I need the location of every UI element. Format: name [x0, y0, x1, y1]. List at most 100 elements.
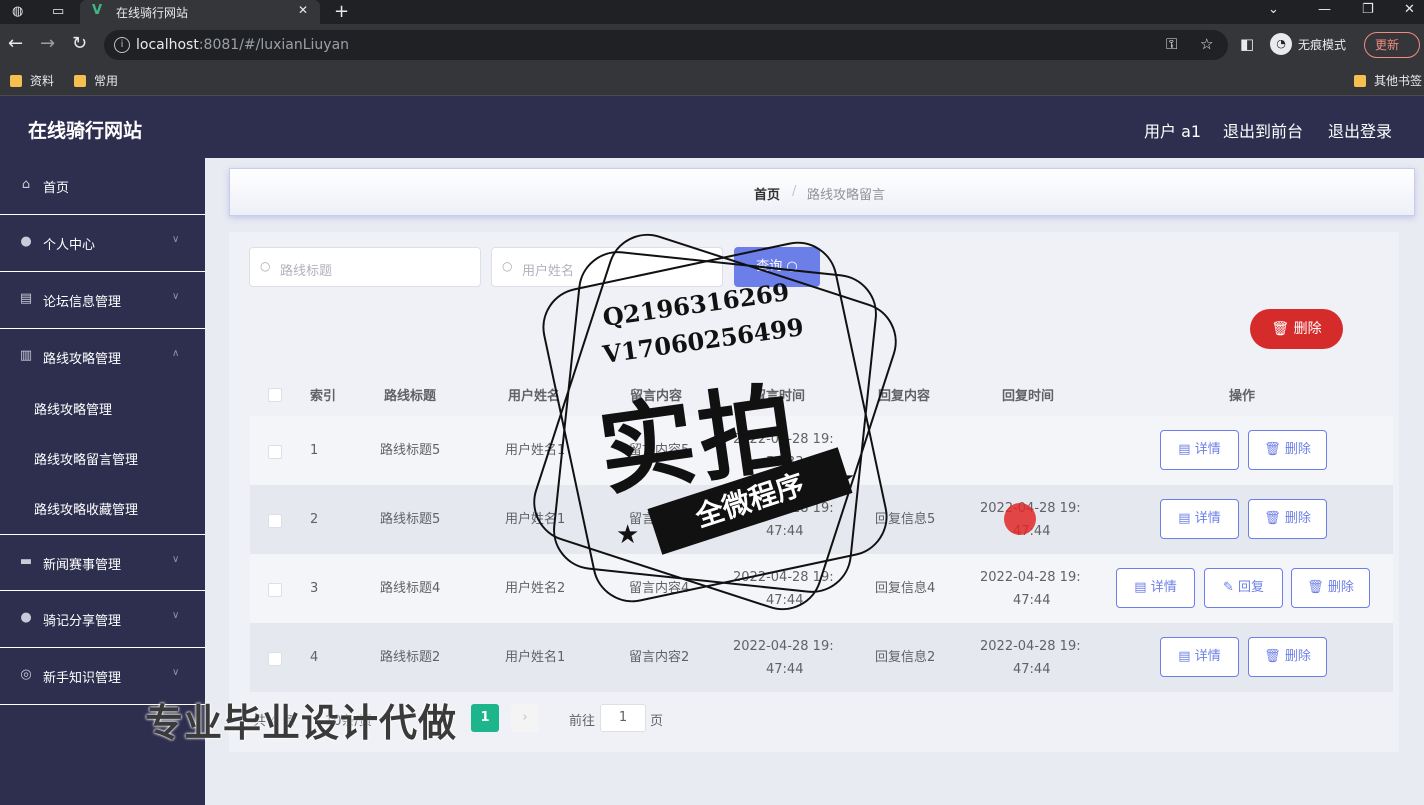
pager-current-page[interactable]: 1	[471, 704, 499, 732]
user-name: 用户 a1	[1144, 122, 1202, 141]
sidebar-subitem-route-message[interactable]: 路线攻略留言管理	[0, 433, 205, 483]
url-text: localhost:8081/#/luxianLiuyan	[136, 37, 350, 53]
chevron-down-icon: ∨	[172, 291, 180, 302]
user-icon: ●	[20, 234, 32, 249]
home-icon: ⌂	[21, 177, 31, 192]
pager-goto-label: 前往	[569, 714, 596, 729]
incognito-indicator[interactable]: ◔ 无痕模式	[1270, 33, 1346, 55]
cell-reply-time-clock: 47:44	[1013, 662, 1051, 677]
sidebar-subitem-route-favorite[interactable]: 路线攻略收藏管理	[0, 483, 205, 533]
chevron-up-icon: ∧	[172, 348, 180, 359]
detail-button[interactable]: ▤ 详情	[1160, 637, 1239, 677]
delete-button[interactable]: 🗑 删除	[1248, 430, 1327, 470]
sidebar-item-news[interactable]: ▬ 新闻赛事管理 ∨	[0, 534, 205, 591]
search-icon: ○	[502, 259, 513, 273]
tab-overview-icon[interactable]: ▭	[52, 4, 64, 19]
logout-link[interactable]: 退出登录	[1328, 118, 1392, 142]
bookmark-item[interactable]: 资料	[10, 72, 54, 89]
folder-icon	[1354, 74, 1366, 87]
close-window-icon[interactable]: ✕	[1404, 2, 1415, 17]
compass-icon: ◎	[20, 667, 32, 682]
star-icon[interactable]: ☆	[1200, 35, 1213, 53]
folder-icon	[74, 74, 86, 87]
sidebar-item-home[interactable]: ⌂ 首页	[0, 158, 205, 215]
delete-button[interactable]: 🗑 删除	[1248, 499, 1327, 539]
tab-title: 在线骑行网站	[116, 6, 189, 20]
cell-index: 1	[310, 443, 319, 458]
delete-button[interactable]: 🗑 删除	[1291, 568, 1370, 608]
col-header-reply-time: 回复时间	[1002, 389, 1055, 404]
bulb-icon: ●	[20, 610, 32, 625]
col-header-index: 索引	[310, 389, 337, 404]
delete-button[interactable]: 🗑 删除	[1248, 637, 1327, 677]
batch-delete-button[interactable]: 🗑 删除	[1250, 309, 1343, 349]
reload-icon[interactable]: ↻	[72, 34, 87, 54]
pager-goto-input[interactable]: 1	[600, 704, 646, 732]
cell-message: 留言内容2	[629, 650, 690, 665]
exit-to-front-link[interactable]: 退出到前台	[1223, 118, 1303, 142]
key-icon[interactable]: ⚿	[1166, 35, 1177, 53]
info-icon[interactable]: i	[114, 37, 130, 53]
select-all-checkbox[interactable]	[268, 388, 282, 402]
minimize-icon[interactable]: —	[1318, 2, 1331, 17]
new-tab-button[interactable]: +	[334, 1, 349, 22]
breadcrumb-home[interactable]: 首页	[754, 184, 780, 203]
cell-reply-time-date: 2022-04-28 19:	[980, 570, 1081, 585]
bookmark-item[interactable]: 常用	[74, 72, 118, 89]
other-bookmarks[interactable]: 其他书签	[1354, 72, 1422, 89]
chat-icon: ▬	[19, 554, 33, 569]
cell-title: 路线标题5	[380, 443, 441, 458]
vue-logo-icon: V	[92, 3, 103, 18]
incognito-icon: ◔	[1270, 33, 1292, 55]
star-icon: ★	[832, 464, 856, 494]
sidebar-subitem-route-manage[interactable]: 路线攻略管理	[0, 383, 205, 433]
cell-title: 路线标题5	[380, 512, 441, 527]
cell-index: 4	[310, 650, 319, 665]
breadcrumb-separator: /	[792, 184, 797, 199]
cell-reply: 回复信息2	[875, 650, 936, 665]
globe-icon[interactable]: ◍	[12, 4, 23, 19]
sidebar-item-route[interactable]: ▥ 路线攻略管理 ∧	[0, 329, 205, 386]
sidebar-item-forum[interactable]: ▤ 论坛信息管理 ∨	[0, 272, 205, 329]
folder-icon	[10, 74, 22, 87]
sidebar-item-ride-share[interactable]: ● 骑记分享管理 ∨	[0, 591, 205, 648]
row-checkbox[interactable]	[268, 514, 282, 528]
browser-tab[interactable]: V 在线骑行网站 ✕	[80, 0, 320, 24]
reply-button[interactable]: ✎ 回复	[1204, 568, 1283, 608]
row-checkbox[interactable]	[268, 445, 282, 459]
update-button[interactable]: 更新	[1364, 32, 1420, 58]
back-icon[interactable]: ←	[8, 34, 23, 54]
url-field[interactable]: i localhost:8081/#/luxianLiuyan ⚿ ☆	[104, 30, 1228, 60]
col-header-actions: 操作	[1229, 389, 1256, 404]
detail-button[interactable]: ▤ 详情	[1160, 499, 1239, 539]
chevron-down-icon: ∨	[172, 234, 180, 245]
maximize-icon[interactable]: ❐	[1362, 2, 1374, 17]
cell-title: 路线标题2	[380, 650, 441, 665]
cell-title: 路线标题4	[380, 581, 441, 596]
sidebar-toggle-icon[interactable]: ◧	[1240, 34, 1254, 54]
row-checkbox[interactable]	[268, 583, 282, 597]
watermark-text: 专业毕业设计代做	[145, 701, 458, 745]
detail-button[interactable]: ▤ 详情	[1160, 430, 1239, 470]
close-icon[interactable]: ✕	[298, 3, 308, 17]
briefcase-icon: ▤	[19, 291, 33, 306]
route-title-search-input[interactable]: ○ 路线标题	[249, 247, 481, 287]
breadcrumb-current: 路线攻略留言	[807, 188, 886, 203]
stamp-overlay: Q2196316269 V17060256499 实拍 全微程序 ★ ★	[520, 223, 910, 621]
cell-index: 3	[310, 581, 319, 596]
bookmarks-bar: 资料 常用 其他书签	[0, 66, 1424, 96]
forward-icon[interactable]: →	[40, 34, 55, 54]
detail-button[interactable]: ▤ 详情	[1116, 568, 1195, 608]
chevron-down-icon: ∨	[172, 667, 180, 678]
sidebar-item-personal[interactable]: ● 个人中心 ∨	[0, 215, 205, 272]
star-icon: ★	[616, 520, 640, 550]
row-checkbox[interactable]	[268, 652, 282, 666]
chevron-down-icon: ∨	[172, 610, 180, 621]
cell-reply-time-date: 2022-04-28 19:	[980, 639, 1081, 654]
browser-tab-bar: ◍ ▭ V 在线骑行网站 ✕ + ⌄ — ❐ ✕	[0, 0, 1424, 24]
pager-next-button[interactable]: ›	[511, 704, 539, 732]
chevron-down-icon[interactable]: ⌄	[1268, 2, 1279, 17]
pager-page-unit: 页	[650, 714, 664, 729]
site-title: 在线骑行网站	[28, 120, 143, 142]
cell-index: 2	[310, 512, 319, 527]
